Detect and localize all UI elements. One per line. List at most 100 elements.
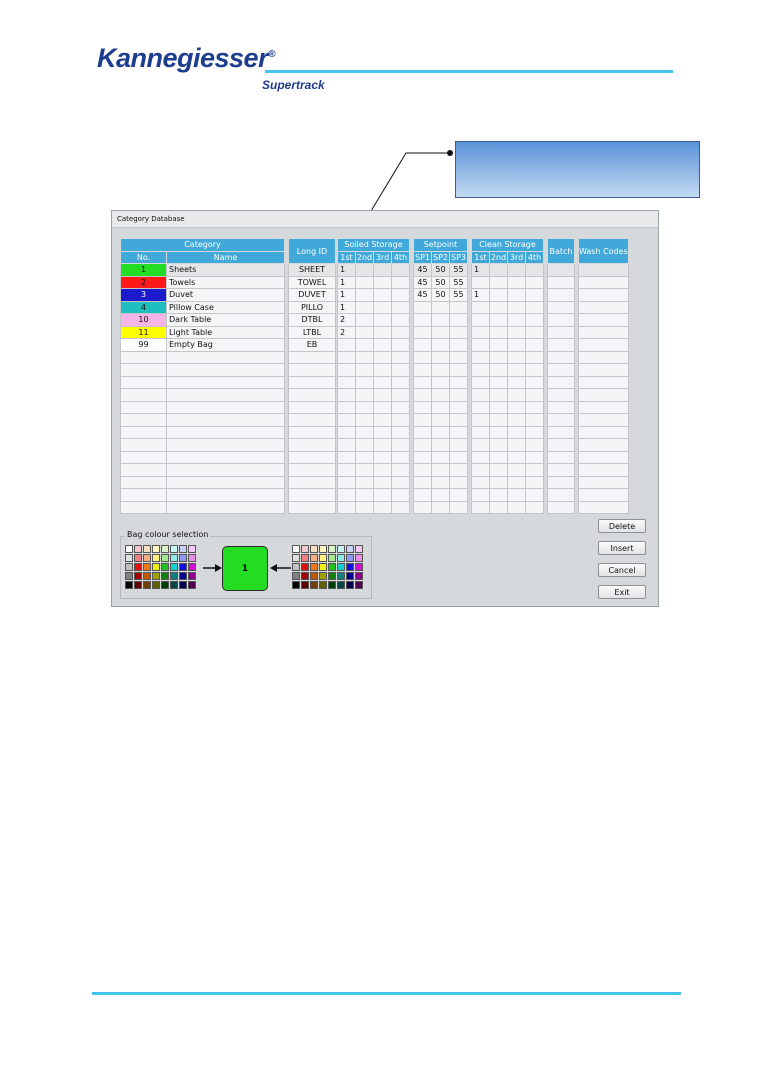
clean-storage-cell[interactable] [525,363,544,377]
clean-storage-cell[interactable] [489,500,508,514]
colour-swatch[interactable] [292,563,300,571]
colour-swatch[interactable] [346,545,354,553]
setpoint-cell[interactable] [449,463,468,477]
soiled-storage-cell[interactable] [355,438,374,452]
soiled-storage-cell[interactable] [373,338,392,352]
table-row[interactable]: 3 Duvet DUVET 1 45 50 55 1 [120,288,629,302]
clean-storage-cell[interactable] [507,363,526,377]
colour-swatch[interactable] [125,545,133,553]
long-id-cell[interactable] [288,500,336,514]
batch-cell[interactable] [547,263,575,277]
clean-storage-cell[interactable] [489,438,508,452]
setpoint-cell[interactable]: 45 [413,263,432,277]
setpoint-cell[interactable] [431,425,450,439]
soiled-storage-cell[interactable] [355,500,374,514]
category-number-cell[interactable] [120,413,167,427]
clean-storage-cell[interactable] [471,275,490,289]
wash-codes-cell[interactable] [578,313,629,327]
clean-storage-cell[interactable] [525,500,544,514]
category-number-cell[interactable] [120,475,167,489]
setpoint-cell[interactable] [431,375,450,389]
colour-swatch[interactable] [346,581,354,589]
batch-cell[interactable] [547,388,575,402]
wash-codes-cell[interactable] [578,438,629,452]
batch-cell[interactable] [547,313,575,327]
category-name-cell[interactable]: Duvet [166,288,285,302]
category-name-cell[interactable] [166,375,285,389]
setpoint-cell[interactable] [449,313,468,327]
colour-swatch[interactable] [179,545,187,553]
category-number-cell[interactable] [120,488,167,502]
category-name-cell[interactable]: Towels [166,275,285,289]
soiled-storage-cell[interactable] [355,425,374,439]
setpoint-cell[interactable] [413,338,432,352]
colour-swatch[interactable] [143,581,151,589]
soiled-storage-cell[interactable] [337,488,356,502]
clean-storage-cell[interactable] [471,413,490,427]
soiled-storage-cell[interactable] [337,350,356,364]
soiled-storage-cell[interactable] [373,475,392,489]
batch-cell[interactable] [547,488,575,502]
clean-storage-cell[interactable] [507,500,526,514]
batch-cell[interactable] [547,338,575,352]
setpoint-cell[interactable] [413,450,432,464]
colour-swatch[interactable] [337,581,345,589]
category-number-cell[interactable]: 11 [120,325,167,339]
category-name-cell[interactable] [166,463,285,477]
category-name-cell[interactable] [166,400,285,414]
soiled-storage-cell[interactable] [337,338,356,352]
colour-swatch[interactable] [125,581,133,589]
table-row[interactable] [120,488,629,502]
category-number-cell[interactable]: 1 [120,263,167,277]
table-row[interactable] [120,400,629,414]
batch-cell[interactable] [547,325,575,339]
long-id-cell[interactable] [288,363,336,377]
category-name-cell[interactable] [166,438,285,452]
category-name-cell[interactable]: Light Table [166,325,285,339]
setpoint-cell[interactable] [413,438,432,452]
setpoint-cell[interactable]: 50 [431,263,450,277]
setpoint-cell[interactable] [431,388,450,402]
clean-storage-cell[interactable] [525,413,544,427]
clean-storage-cell[interactable] [489,338,508,352]
setpoint-cell[interactable] [449,338,468,352]
colour-swatch[interactable] [134,563,142,571]
table-row[interactable] [120,388,629,402]
setpoint-cell[interactable]: 55 [449,288,468,302]
soiled-storage-cell[interactable] [337,425,356,439]
clean-storage-cell[interactable] [489,488,508,502]
batch-cell[interactable] [547,350,575,364]
colour-swatch[interactable] [152,545,160,553]
clean-storage-cell[interactable] [489,388,508,402]
clean-storage-cell[interactable] [507,338,526,352]
soiled-storage-cell[interactable] [355,463,374,477]
colour-swatch[interactable] [170,545,178,553]
setpoint-cell[interactable] [431,413,450,427]
colour-swatch[interactable] [301,572,309,580]
batch-cell[interactable] [547,463,575,477]
category-name-cell[interactable] [166,500,285,514]
setpoint-cell[interactable]: 45 [413,288,432,302]
category-number-cell[interactable] [120,400,167,414]
setpoint-cell[interactable]: 55 [449,275,468,289]
wash-codes-cell[interactable] [578,400,629,414]
soiled-storage-cell[interactable] [337,413,356,427]
delete-button[interactable]: Delete [598,519,646,533]
colour-swatch[interactable] [143,563,151,571]
soiled-storage-cell[interactable] [337,475,356,489]
batch-cell[interactable] [547,288,575,302]
wash-codes-cell[interactable] [578,500,629,514]
clean-storage-cell[interactable] [471,400,490,414]
soiled-storage-cell[interactable] [337,363,356,377]
long-id-cell[interactable]: TOWEL [288,275,336,289]
clean-storage-cell[interactable] [525,313,544,327]
category-name-cell[interactable] [166,425,285,439]
soiled-storage-cell[interactable] [355,275,374,289]
colour-swatch[interactable] [337,545,345,553]
clean-storage-cell[interactable] [471,313,490,327]
clean-storage-cell[interactable] [471,300,490,314]
setpoint-cell[interactable] [449,475,468,489]
long-id-cell[interactable]: SHEET [288,263,336,277]
category-name-cell[interactable] [166,488,285,502]
colour-swatch[interactable] [346,572,354,580]
